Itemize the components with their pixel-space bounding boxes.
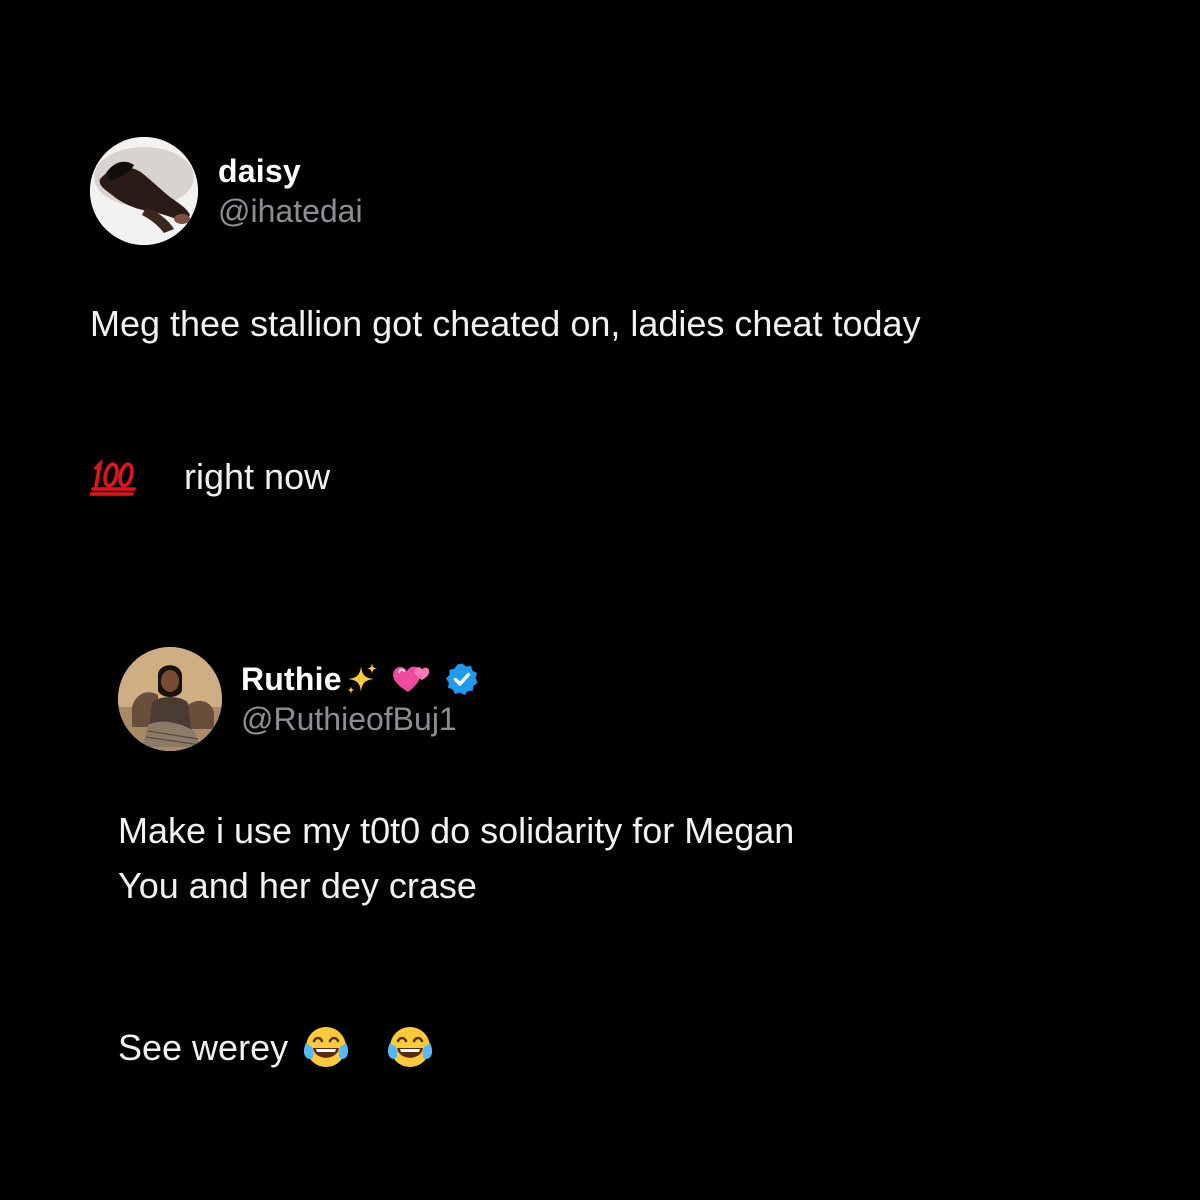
- tweet-text: Make i use my t0t0 do solidarity for Meg…: [118, 803, 1078, 1181]
- tweet-text-line-with-emoji: right now: [90, 350, 1110, 602]
- hundred-points-icon: [90, 350, 170, 602]
- tears-of-joy-icon: [302, 913, 382, 1181]
- tweet-header: Ruthie @RuthieofBuj1: [118, 647, 1078, 751]
- two-hearts-icon: [391, 662, 431, 696]
- user-names: Ruthie @RuthieofBuj1: [241, 659, 479, 739]
- tweet-text-line: right now: [184, 455, 331, 497]
- avatar-image: [118, 647, 222, 751]
- sparkles-icon: [345, 662, 379, 696]
- avatar-image: [90, 137, 198, 245]
- tweet-card-daisy: daisy @ihatedai Meg thee stallion got ch…: [90, 137, 1110, 602]
- user-handle[interactable]: @ihatedai: [218, 191, 363, 231]
- tweet-text-line: You and her dey crase: [118, 865, 477, 906]
- verified-badge-icon[interactable]: [445, 662, 479, 696]
- display-name[interactable]: daisy: [218, 151, 363, 191]
- avatar[interactable]: [118, 647, 222, 751]
- avatar[interactable]: [90, 137, 198, 245]
- tweet-text: Meg thee stallion got cheated on, ladies…: [90, 297, 1110, 602]
- tweet-header: daisy @ihatedai: [90, 137, 1110, 245]
- user-handle[interactable]: @RuthieofBuj1: [241, 699, 479, 739]
- tears-of-joy-icon: [386, 913, 466, 1181]
- tweet-card-ruthie: Ruthie @RuthieofBuj1 Make i use my t0t0 …: [118, 647, 1078, 1181]
- display-name[interactable]: Ruthie: [241, 659, 342, 699]
- tweet-text-line: See werey: [118, 1026, 289, 1068]
- display-name-row: Ruthie: [241, 659, 479, 699]
- user-names: daisy @ihatedai: [218, 151, 363, 231]
- tweet-text-line-with-emoji: See werey: [118, 913, 1078, 1181]
- tweet-text-line: Meg thee stallion got cheated on, ladies…: [90, 303, 921, 344]
- tweet-text-line: Make i use my t0t0 do solidarity for Meg…: [118, 810, 795, 851]
